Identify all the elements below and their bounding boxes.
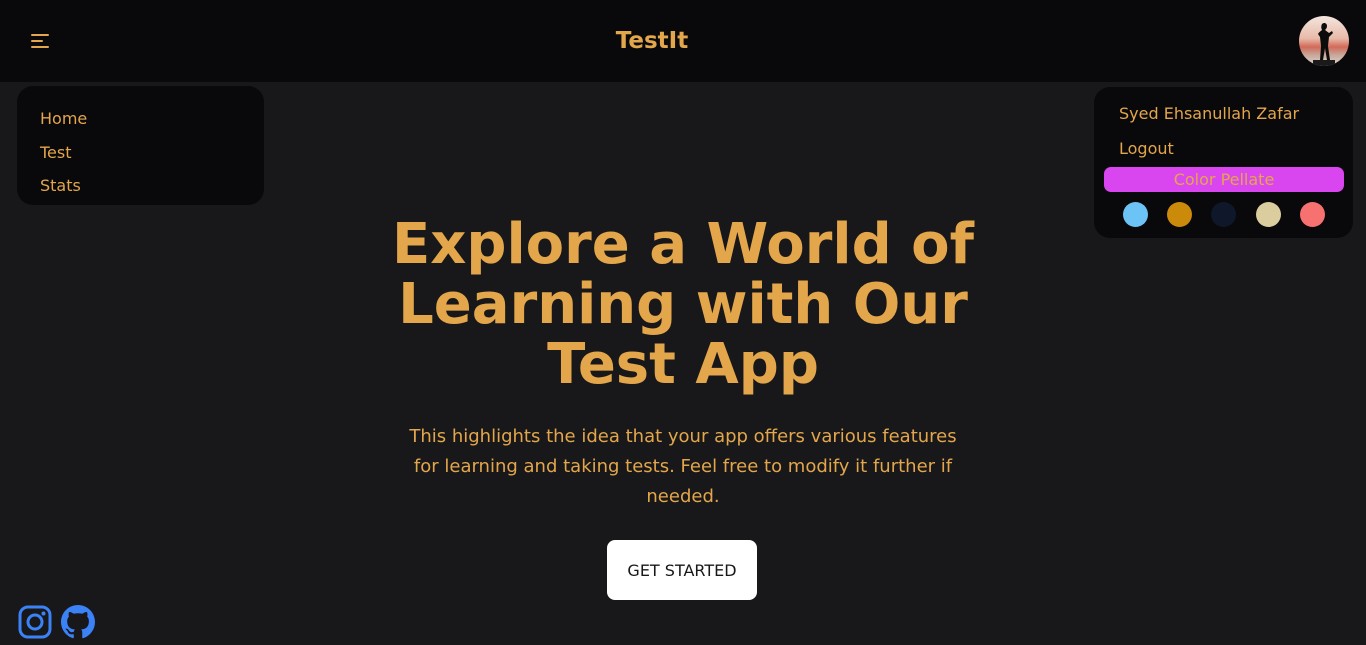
brand-title: TestIt — [615, 28, 689, 54]
color-swatch-blue[interactable] — [1123, 202, 1148, 227]
color-swatch-navy[interactable] — [1211, 202, 1236, 227]
avatar-silhouette-icon — [1313, 22, 1335, 66]
hero-title: Explore a World of Learning with Our Tes… — [392, 212, 974, 397]
color-swatch-amber[interactable] — [1167, 202, 1192, 227]
color-palette-label: Color Pellate — [1104, 167, 1344, 192]
user-name: Syed Ehsanullah Zafar — [1119, 104, 1300, 123]
top-bar: TestIt — [0, 0, 1366, 82]
user-menu: Syed Ehsanullah Zafar Logout Color Pella… — [1094, 87, 1353, 238]
nav-item-home[interactable]: Home — [40, 102, 220, 136]
color-swatch-beige[interactable] — [1256, 202, 1281, 227]
github-icon[interactable] — [61, 605, 95, 639]
color-swatches — [1123, 202, 1329, 228]
user-avatar[interactable] — [1299, 16, 1349, 66]
hero-subtitle: This highlights the idea that your app o… — [409, 426, 957, 507]
side-nav: Home Test Stats — [17, 86, 264, 205]
instagram-icon[interactable] — [18, 605, 52, 639]
nav-item-stats[interactable]: Stats — [40, 169, 220, 203]
color-swatch-coral[interactable] — [1300, 202, 1325, 227]
get-started-button[interactable]: GET STARTED — [607, 540, 757, 600]
logout-link[interactable]: Logout — [1119, 139, 1174, 158]
nav-item-test[interactable]: Test — [40, 136, 220, 170]
